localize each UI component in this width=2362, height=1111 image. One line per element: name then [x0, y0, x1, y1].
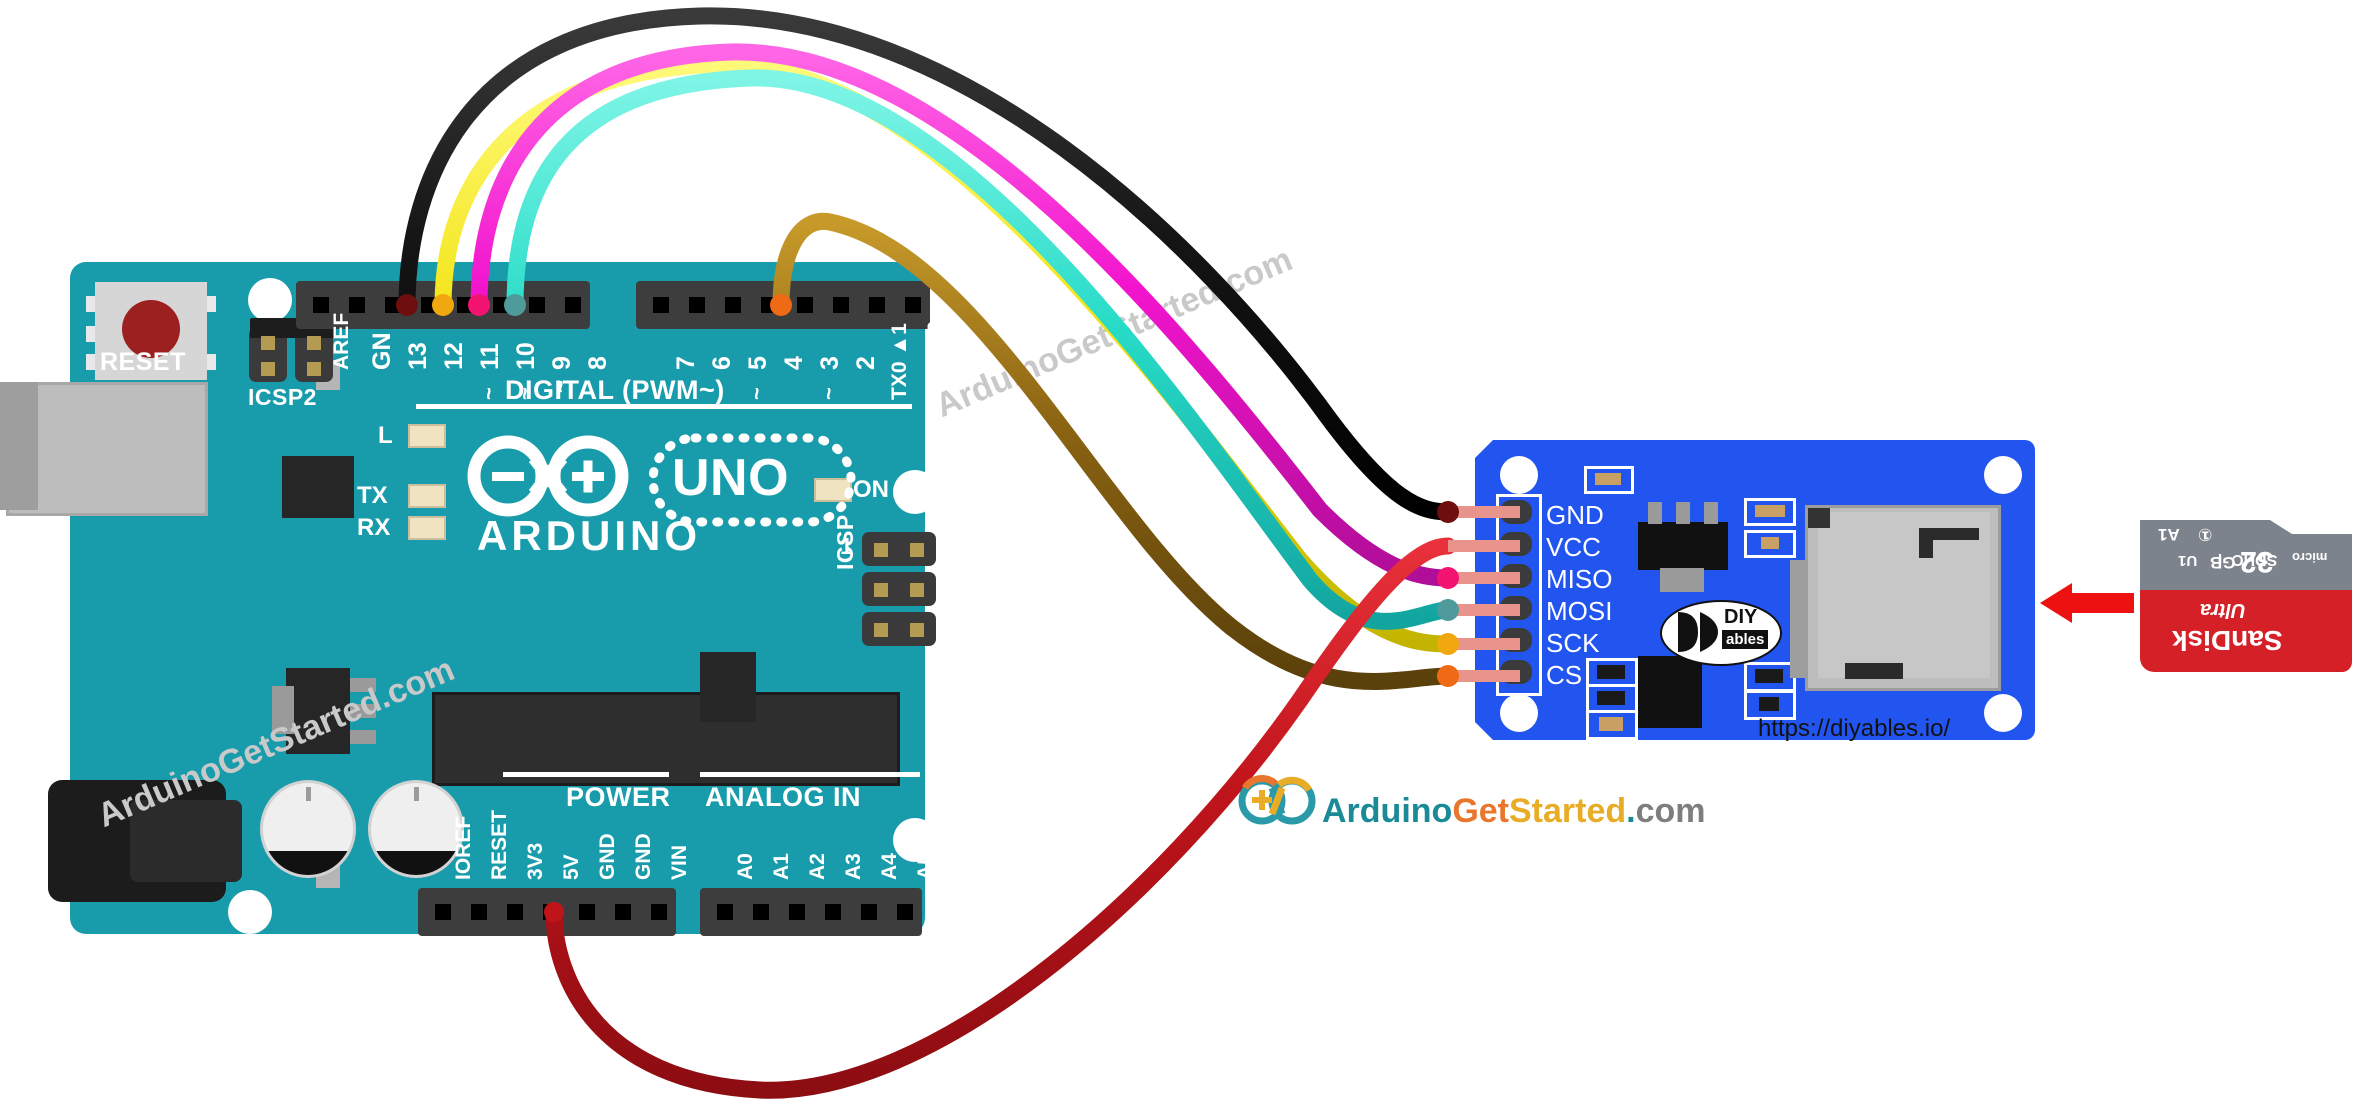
- wire-end-magenta-sd: [1437, 567, 1459, 589]
- wire-end-brown-sd: [1437, 665, 1459, 687]
- wire-layer: [396, 7, 2134, 1099]
- logo-part-arduino: Arduino: [1322, 792, 1453, 830]
- logo-part-get: Get: [1452, 792, 1509, 830]
- wire-end-black-arduino: [396, 294, 418, 316]
- wire-end-brown-arduino: [770, 294, 792, 316]
- wire-end-cyan-sd: [1437, 599, 1459, 621]
- wire-end-red-arduino: [544, 902, 564, 922]
- insert-direction-arrow: [2040, 583, 2134, 623]
- logo-part-com: com: [1635, 792, 1706, 830]
- wire-end-cyan-arduino: [504, 294, 526, 316]
- logo-part-started: Started: [1509, 792, 1627, 830]
- wire-end-magenta-arduino: [468, 294, 490, 316]
- logo-dot: .: [1626, 792, 1636, 830]
- wire-end-yellow-sd: [1437, 633, 1459, 655]
- wiring-diagram-canvas: RESET ICSP2 1 ICSP L TX RX ON ARDUINO UN…: [0, 0, 2362, 1111]
- wire-end-black-sd: [1437, 501, 1459, 523]
- arduinogetstarted-logo-icon: [1238, 775, 1316, 825]
- arduinogetstarted-logo-text: ArduinoGetStarted.com: [1322, 792, 1706, 831]
- sd-connector-leads: [1448, 506, 1520, 682]
- wire-end-yellow-arduino: [432, 294, 454, 316]
